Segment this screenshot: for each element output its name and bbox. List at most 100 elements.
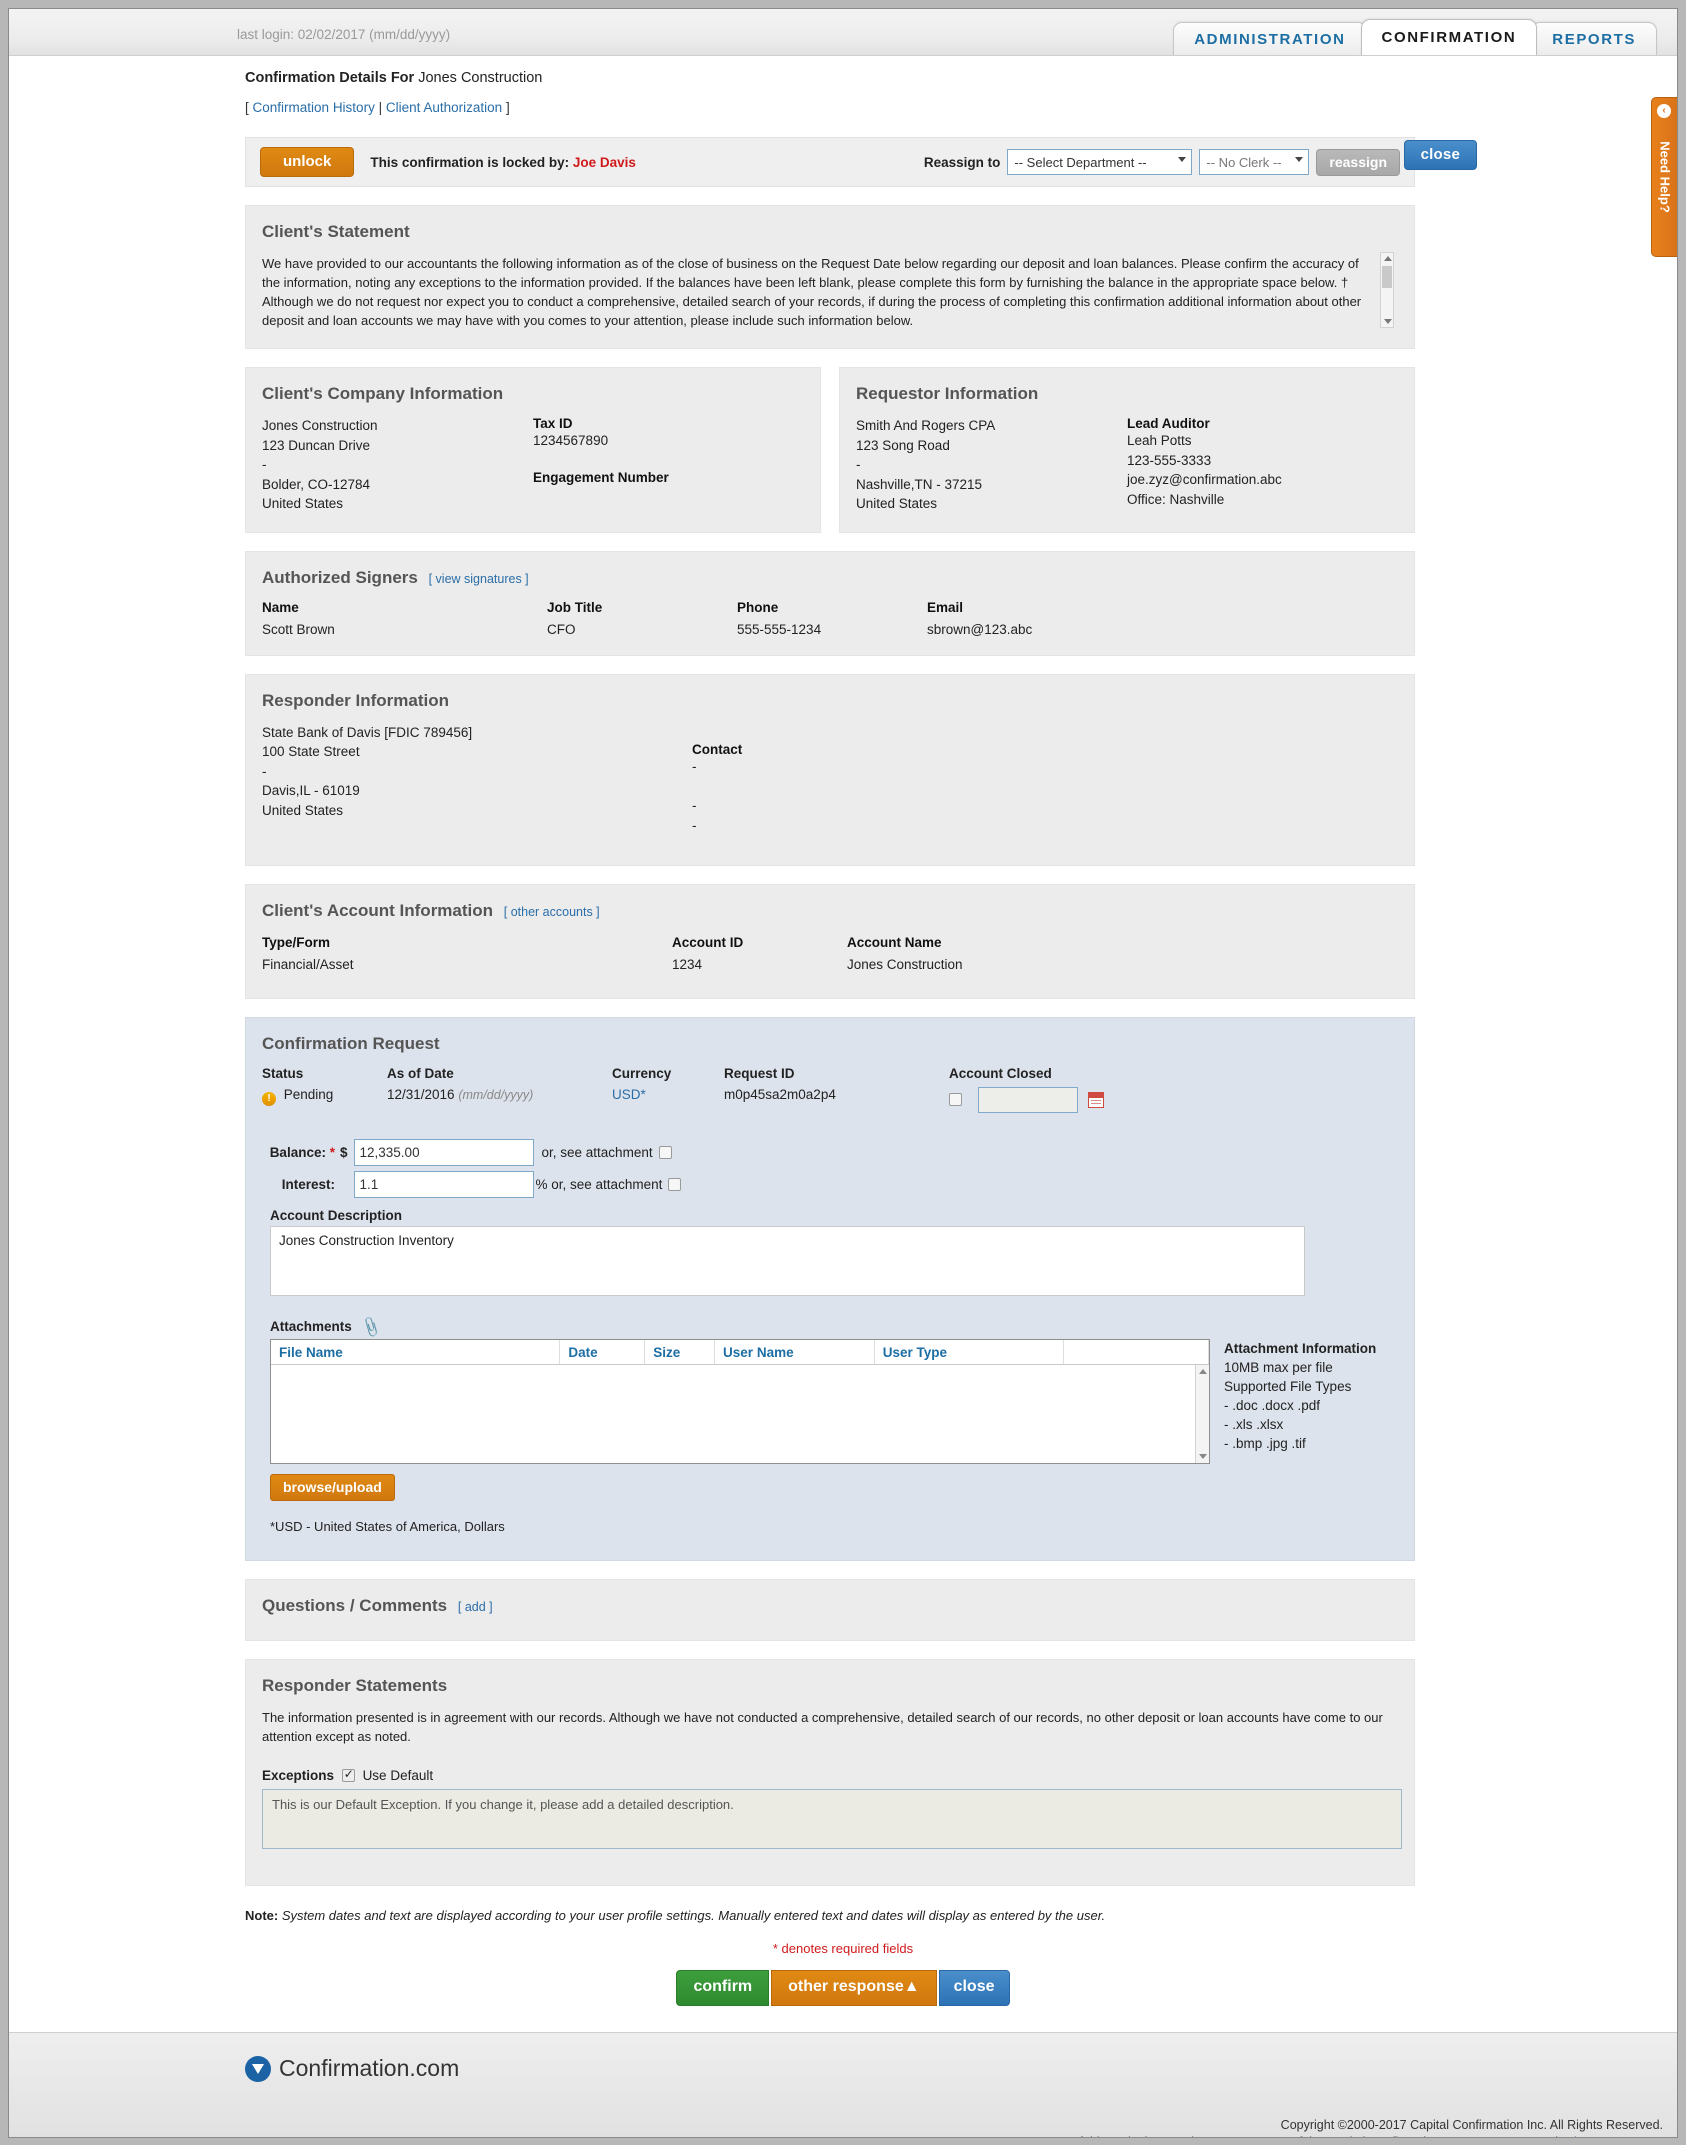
attachment-col-filename: File Name bbox=[271, 1340, 561, 1364]
page-title: Confirmation Details For Jones Construct… bbox=[245, 70, 1677, 86]
reassign-controls: Reassign to -- Select Department -- -- N… bbox=[923, 148, 1400, 176]
calendar-icon[interactable] bbox=[1087, 1092, 1104, 1108]
balance-attachment-text: or, see attachment bbox=[541, 1145, 653, 1160]
bracket-close: ] bbox=[505, 100, 510, 115]
scroll-down-icon[interactable] bbox=[1199, 1454, 1207, 1459]
chevron-left-icon: ‹ bbox=[1657, 104, 1671, 118]
table-row: Scott Brown CFO 555-555-1234 sbrown@123.… bbox=[262, 622, 1398, 637]
responder-address2: - bbox=[262, 763, 267, 779]
close-button-bottom[interactable]: close bbox=[938, 1970, 1010, 2006]
usd-note: *USD - United States of America, Dollars bbox=[270, 1519, 505, 1534]
balance-input[interactable] bbox=[353, 1139, 534, 1166]
other-response-button[interactable]: other response▲ bbox=[771, 1970, 937, 2006]
account-id: 1234 bbox=[672, 957, 703, 972]
confirmation-request-summary: Status ! Pending As of Date 12/31/2016 (… bbox=[262, 1066, 1398, 1113]
signer-col-name: Name bbox=[262, 599, 299, 615]
responder-citystatezip: Davis,IL - 61019 bbox=[262, 783, 360, 798]
clerk-select-value: -- No Clerk -- bbox=[1206, 155, 1282, 170]
balance-required-star: * bbox=[329, 1145, 335, 1160]
account-closed-col: Account Closed bbox=[949, 1066, 1104, 1113]
scroll-down-icon[interactable] bbox=[1384, 319, 1392, 324]
requestor-panel: Requestor Information Smith And Rogers C… bbox=[839, 367, 1415, 533]
attachments-scrollbar[interactable] bbox=[1195, 1365, 1209, 1463]
attachment-info-line-3: - .doc .docx .pdf bbox=[1224, 1398, 1321, 1413]
questions-comments-title-text: Questions / Comments bbox=[262, 1596, 448, 1615]
attachment-info-line-5: - .bmp .jpg .tif bbox=[1224, 1436, 1306, 1451]
account-closed-controls bbox=[949, 1087, 1104, 1113]
copyright-line: Copyright ©2000-2017 Capital Confirmatio… bbox=[1280, 2118, 1663, 2132]
copyright-block: Copyright ©2000-2017 Capital Confirmatio… bbox=[766, 2117, 1663, 2137]
requestor-address-col: Smith And Rogers CPA 123 Song Road - Nas… bbox=[856, 416, 1127, 514]
account-closed-date-input[interactable] bbox=[977, 1087, 1078, 1113]
confirmation-request-title: Confirmation Request bbox=[262, 1034, 440, 1053]
responder-statements-body: The information presented is in agreemen… bbox=[262, 1710, 1383, 1744]
client-company-address2: - bbox=[262, 457, 267, 472]
tab-confirmation[interactable]: CONFIRMATION bbox=[1360, 19, 1538, 55]
browse-upload-button[interactable]: browse/upload bbox=[270, 1474, 395, 1501]
lock-owner-name: Joe Davis bbox=[572, 154, 636, 170]
link-client-authorization[interactable]: Client Authorization bbox=[386, 100, 502, 115]
account-col-accountname: Account Name bbox=[847, 935, 942, 950]
link-view-signatures[interactable]: [ view signatures ] bbox=[429, 572, 529, 586]
lead-auditor-phone: 123-555-3333 bbox=[1127, 452, 1212, 468]
balance-attachment-checkbox[interactable] bbox=[658, 1146, 672, 1159]
form-note: Note: System dates and text are displaye… bbox=[245, 1908, 1415, 1923]
responder-grid: State Bank of Davis [FDIC 789456] 100 St… bbox=[262, 723, 1398, 836]
link-add-comment[interactable]: [ add ] bbox=[458, 1600, 493, 1614]
scroll-up-icon[interactable] bbox=[1199, 1369, 1207, 1374]
application-window: last login: 02/02/2017 (mm/dd/yyyy) ADMI… bbox=[8, 8, 1678, 2138]
requestor-address1: 123 Song Road bbox=[856, 437, 950, 453]
interest-field-row: Interest: $ % or, see attachment bbox=[262, 1171, 1398, 1198]
link-other-accounts[interactable]: [ other accounts ] bbox=[504, 905, 600, 919]
attachment-col-usertype: User Type bbox=[875, 1340, 1065, 1364]
lead-auditor-email: joe.zyz@confirmation.abc bbox=[1127, 472, 1282, 487]
request-id-value: m0p45sa2m0a2p4 bbox=[724, 1087, 836, 1102]
confirmation-logo-icon bbox=[245, 2055, 271, 2082]
as-of-date-value: 12/31/2016 bbox=[387, 1087, 455, 1102]
authorized-signers-title-text: Authorized Signers bbox=[262, 567, 418, 587]
currency-value[interactable]: USD bbox=[612, 1087, 641, 1102]
scroll-up-icon[interactable] bbox=[1384, 256, 1392, 261]
lock-status-label: This confirmation is locked by: bbox=[370, 154, 570, 170]
responder-name: State Bank of Davis [FDIC 789456] bbox=[262, 724, 473, 740]
unlock-button[interactable]: unlock bbox=[260, 147, 355, 177]
link-privacy-statement[interactable]: Privacy Statement bbox=[1562, 2135, 1663, 2137]
need-help-tab[interactable]: ‹ Need Help? bbox=[1651, 97, 1677, 257]
confirm-button[interactable]: confirm bbox=[676, 1970, 770, 2006]
currency-value-wrap: USD* bbox=[612, 1087, 724, 1102]
required-fields-note: * denotes required fields bbox=[772, 1941, 914, 1956]
account-col-typeform: Type/Form bbox=[262, 935, 331, 950]
interest-attachment-checkbox[interactable] bbox=[668, 1178, 682, 1191]
tab-administration[interactable]: ADMINISTRATION bbox=[1173, 22, 1367, 55]
responder-contact-label: Contact bbox=[692, 742, 743, 757]
link-user-agreement[interactable]: User Agreement bbox=[1443, 2135, 1533, 2137]
use-default-checkbox[interactable] bbox=[341, 1767, 355, 1782]
status-label: Status bbox=[262, 1066, 304, 1081]
as-of-date-format: (mm/dd/yyyy) bbox=[458, 1088, 534, 1102]
lead-auditor-label: Lead Auditor bbox=[1127, 416, 1210, 431]
last-login-text: last login: 02/02/2017 (mm/dd/yyyy) bbox=[237, 27, 451, 42]
account-closed-checkbox[interactable] bbox=[949, 1092, 962, 1106]
exception-textarea[interactable]: This is our Default Exception. If you ch… bbox=[262, 1789, 1402, 1849]
department-select[interactable]: -- Select Department -- bbox=[1007, 149, 1193, 175]
close-button-top[interactable]: close bbox=[1403, 140, 1477, 170]
account-description-textarea[interactable]: Jones Construction Inventory bbox=[270, 1226, 1305, 1296]
reassign-label: Reassign to bbox=[923, 154, 1001, 170]
use-default-label: Use Default bbox=[362, 1768, 434, 1783]
client-account-title-text: Client's Account Information bbox=[262, 901, 494, 920]
statement-scrollbar[interactable] bbox=[1380, 252, 1394, 328]
account-closed-label: Account Closed bbox=[949, 1066, 1052, 1081]
interest-input[interactable] bbox=[353, 1171, 534, 1198]
form-action-buttons: confirm other response▲ close bbox=[9, 1970, 1677, 2006]
client-company-name: Jones Construction bbox=[262, 418, 378, 433]
reassign-button[interactable]: reassign bbox=[1316, 148, 1400, 176]
paperclip-icon: 📎 bbox=[358, 1315, 383, 1340]
scroll-thumb[interactable] bbox=[1382, 266, 1392, 288]
link-confirmation-history[interactable]: Confirmation History bbox=[253, 100, 375, 115]
tab-reports[interactable]: REPORTS bbox=[1531, 22, 1657, 55]
header-links: [ Confirmation History | Client Authoriz… bbox=[245, 100, 1677, 115]
page-footer: Confirmation.com Copyright ©2000-2017 Ca… bbox=[9, 2032, 1677, 2137]
clerk-select[interactable]: -- No Clerk -- bbox=[1199, 149, 1310, 175]
dollar-sign: $ bbox=[340, 1145, 348, 1160]
questions-comments-title: Questions / Comments [ add ] bbox=[262, 1596, 1398, 1616]
